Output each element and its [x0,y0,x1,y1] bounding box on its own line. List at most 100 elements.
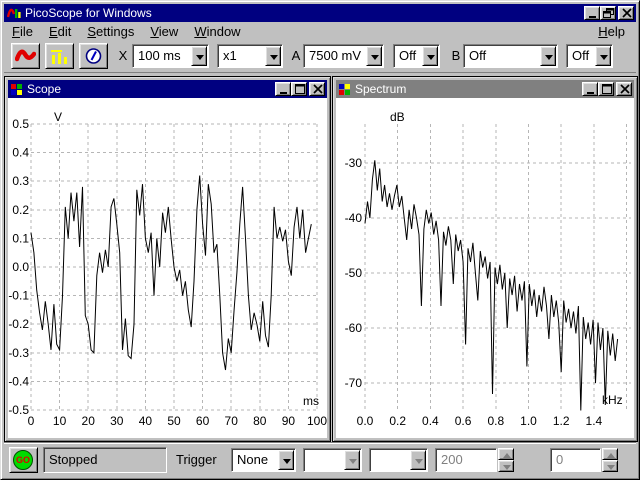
timebase-value: 100 ms [138,48,181,63]
scope-maximize-button[interactable] [291,82,307,96]
scope-minimize-button[interactable] [275,82,291,96]
spectrum-minimize-button[interactable] [582,82,598,96]
restore-button[interactable] [600,6,616,20]
minimize-icon [589,16,596,18]
mdi-client-area: Scope 0 10 20 30 40 50 60 70 80 90 100 0.5 0.4 0.3 0.2… [4,73,638,444]
x-tick-label: 0.6 [455,414,472,428]
trigger-channel-dropdown[interactable] [303,448,362,472]
x-tick-label: 90 [282,414,296,428]
close-button[interactable] [618,6,634,20]
arrow-up-icon [503,453,511,458]
spectrum-window: Spectrum 0.0 0.2 0.4 0.6 0.8 1.0 1.2 1.4 -30 -40 -… [332,76,638,442]
spin-down-button[interactable] [498,460,514,472]
x-tick-label: 0.8 [487,414,504,428]
status-panel: Stopped [43,447,167,473]
close-icon [620,84,630,94]
go-button[interactable]: GO [9,447,38,473]
minimize-icon [587,92,594,94]
x-tick-label: 40 [139,414,153,428]
menu-item-edit[interactable]: Edit [41,22,79,40]
trigger-direction-dropdown[interactable] [369,448,428,472]
menu-item-view[interactable]: View [142,22,186,40]
scope-window-titlebar[interactable]: Scope [8,80,327,98]
timebase-dropdown[interactable]: 100 ms [132,44,209,68]
dropdown-arrow-icon[interactable] [422,46,438,66]
trigger-mode-dropdown[interactable]: None [231,448,296,472]
spin-down-button[interactable] [602,460,618,472]
spin-up-button[interactable] [602,448,618,460]
multiplier-value: x1 [223,48,237,63]
meter-view-button[interactable] [79,43,108,69]
y-tick-label: -0.5 [8,403,29,417]
trigger-threshold-field[interactable]: 200 [435,448,497,472]
arrow-down-icon [607,465,615,470]
menu-item-help[interactable]: Help [590,22,633,40]
app-title: PicoScope for Windows [25,6,152,20]
spectrum-close-button[interactable] [616,82,632,96]
toolbar: X 100 ms x1 A 7500 mV Off B Off Off [4,40,636,73]
dropdown-arrow-icon [410,450,426,470]
y-tick-label: 0.4 [12,146,29,160]
trigger-delay-field[interactable]: 0 [550,448,601,472]
scope-window-icon [11,84,22,95]
dropdown-arrow-icon[interactable] [366,46,382,66]
trigger-mode-value: None [237,452,269,467]
channel-b-range-dropdown[interactable]: Off [463,44,558,68]
y-tick-label: -0.2 [8,317,29,331]
channel-a-coupling-value: Off [399,48,417,63]
x-tick-label: 1.0 [520,414,537,428]
trigger-delay-spinner [602,448,618,472]
y-tick-label: -40 [345,211,363,225]
spectrum-view-button[interactable] [45,43,74,69]
y-tick-label: -0.4 [8,374,29,388]
x-tick-label: 10 [53,414,67,428]
x-tick-label: 30 [110,414,124,428]
spectrum-window-titlebar[interactable]: Spectrum [336,80,634,98]
arrow-up-icon [607,453,615,458]
close-icon [622,8,632,18]
scope-plot-area: 0 10 20 30 40 50 60 70 80 90 100 0.5 0.4 0.3 0.2 0.1 0.0… [8,98,327,438]
menu-item-window[interactable]: Window [186,22,248,40]
y-tick-label: 0.0 [12,260,29,274]
spectrum-chart: 0.0 0.2 0.4 0.6 0.8 1.0 1.2 1.4 -30 -40 -50 -60 -70 d… [345,110,631,428]
y-tick-label: -50 [345,266,363,280]
dropdown-arrow-icon [344,450,360,470]
x-tick-label: 1.4 [586,414,603,428]
maximize-icon [295,84,305,94]
y-tick-label: -60 [345,321,363,335]
dropdown-arrow-icon[interactable] [191,46,207,66]
menu-item-file[interactable]: File [4,22,41,40]
x-tick-label: 100 [307,414,327,428]
spectrum-plot-area: 0.0 0.2 0.4 0.6 0.8 1.0 1.2 1.4 -30 -40 -50 -60 -70 d… [336,98,634,438]
x-tick-label: 50 [167,414,181,428]
x-tick-label: 70 [225,414,239,428]
y-tick-label: -70 [345,376,363,390]
dropdown-arrow-icon[interactable] [540,46,556,66]
trigger-threshold-spinner [498,448,514,472]
dropdown-arrow-icon[interactable] [265,46,281,66]
menu-item-settings[interactable]: Settings [79,22,142,40]
scope-close-button[interactable] [309,82,325,96]
app-titlebar[interactable]: PicoScope for Windows [4,4,636,22]
app-icon [7,8,21,18]
multiplier-dropdown[interactable]: x1 [217,44,283,68]
x-tick-label: 0.0 [357,414,374,428]
spin-up-button[interactable] [498,448,514,460]
scope-window: Scope 0 10 20 30 40 50 60 70 80 90 100 0.5 0.4 0.3 0.2… [4,76,331,442]
x-axis-unit-label: ms [303,394,319,408]
y-tick-label: 0.3 [12,174,29,188]
minimize-icon [280,92,287,94]
channel-a-coupling-dropdown[interactable]: Off [393,44,440,68]
minimize-button[interactable] [584,6,600,20]
x-tick-label: 80 [253,414,267,428]
spectrum-maximize-button[interactable] [598,82,614,96]
dropdown-arrow-icon[interactable] [595,46,611,66]
go-icon: GO [13,450,33,470]
channel-a-range-dropdown[interactable]: 7500 mV [303,44,384,68]
dropdown-arrow-icon[interactable] [278,450,294,470]
trigger-delay-value: 0 [556,452,564,467]
channel-b-coupling-dropdown[interactable]: Off [566,44,613,68]
scope-view-button[interactable] [11,43,40,69]
menubar: File Edit Settings View Window Help [4,22,636,40]
y-axis-unit-label: V [54,110,62,124]
